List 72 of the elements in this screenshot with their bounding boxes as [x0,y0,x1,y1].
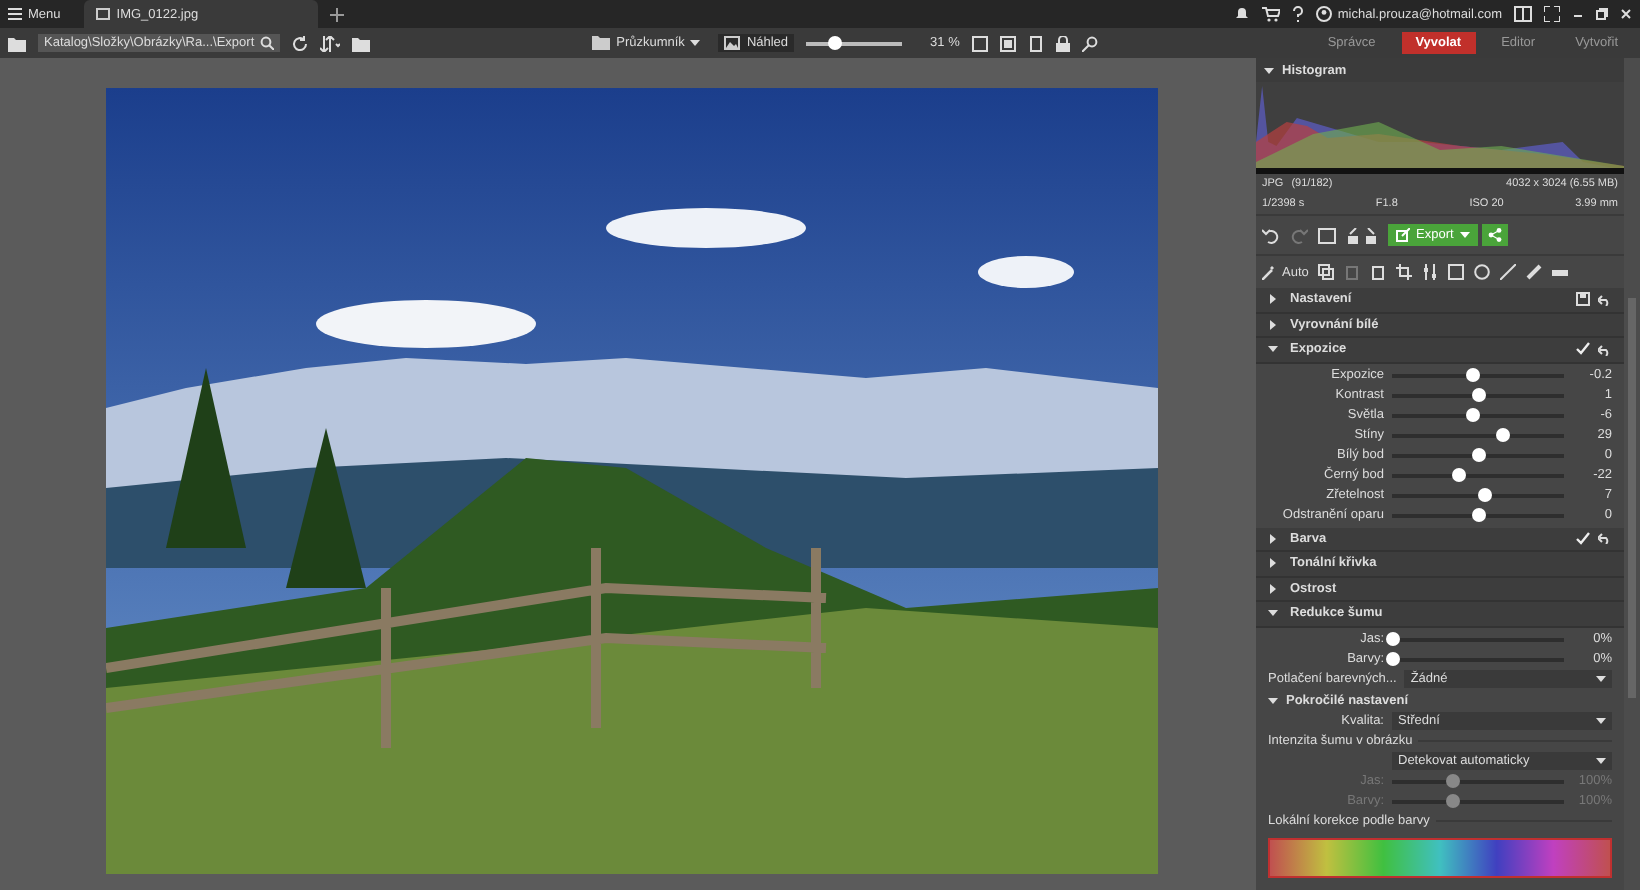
folder-icon[interactable] [352,35,371,51]
eraser-icon[interactable] [1552,264,1569,280]
reset-icon[interactable] [1598,293,1612,306]
restore-icon[interactable] [1596,8,1608,20]
frame-icon[interactable] [1448,264,1465,280]
image-icon [96,8,111,20]
caret-icon [1596,676,1606,682]
caret-icon [1270,319,1276,330]
magnifier-icon[interactable] [1081,35,1098,51]
zoom-slider-thumb[interactable] [827,36,842,50]
brush-icon[interactable] [1526,264,1543,280]
wand-icon [1262,265,1276,279]
fit-height-icon[interactable] [1027,35,1044,51]
plus-icon [330,7,345,21]
checkmark-icon[interactable] [1576,342,1590,357]
new-tab-button[interactable] [330,7,345,21]
crop-icon[interactable] [1396,264,1413,280]
reset-icon[interactable] [1598,532,1612,545]
book-icon[interactable] [1514,6,1532,22]
cart-icon[interactable] [1261,6,1280,22]
help-icon[interactable] [1291,6,1304,22]
caret-icon [1268,346,1278,353]
share-button[interactable] [1481,224,1508,246]
slider-thumb[interactable] [1452,468,1467,482]
levels-icon[interactable] [1422,264,1439,280]
slider-thumb[interactable] [1385,652,1399,666]
bell-icon[interactable] [1233,6,1250,22]
clipboard-icon[interactable] [1370,264,1387,280]
caret-icon [1270,558,1276,569]
circle-icon[interactable] [1474,264,1491,280]
refresh-icon[interactable] [292,35,309,51]
checkmark-icon[interactable] [1576,531,1590,546]
image-icon[interactable] [1318,227,1336,243]
slider-thumb[interactable] [1471,448,1485,462]
sort-icon[interactable] [320,35,341,51]
folder-icon [592,36,611,50]
caret-icon [1270,583,1276,594]
reset-icon[interactable] [1598,343,1612,356]
search-icon [260,36,275,50]
caret-icon [1596,718,1606,724]
caret-icon [1596,758,1606,764]
save-icon[interactable] [1576,292,1590,307]
caret-icon [1264,67,1274,73]
close-icon[interactable] [1620,8,1632,20]
caret-icon [690,40,701,46]
actual-size-icon[interactable] [971,35,988,51]
menu-icon [8,8,22,20]
user-icon [1315,6,1332,22]
slider-thumb[interactable] [1471,508,1485,522]
slider-thumb[interactable] [1471,388,1485,402]
slider-thumb[interactable] [1385,632,1399,646]
line-icon[interactable] [1500,264,1517,280]
lock-icon[interactable] [1055,35,1070,51]
caret-icon [1270,533,1276,544]
slider-thumb[interactable] [1465,408,1480,422]
share-icon [1487,228,1502,242]
slider-thumb[interactable] [1477,488,1492,502]
caret-icon [1268,697,1278,703]
undo-icon[interactable] [1262,227,1280,243]
copy-icon[interactable] [1318,264,1335,280]
fit-icon[interactable] [999,35,1016,51]
image-icon [724,36,741,50]
slider-thumb[interactable] [1465,368,1480,382]
caret-icon [1268,610,1278,617]
rotate-icon[interactable] [1346,227,1378,243]
export-icon [1396,228,1410,242]
caret-icon [1459,232,1470,238]
folder-icon[interactable] [8,35,26,51]
fullscreen-icon[interactable] [1544,6,1560,22]
slider-thumb[interactable] [1495,428,1510,442]
color-spectrum[interactable] [1268,837,1612,877]
caret-icon [1270,294,1276,305]
